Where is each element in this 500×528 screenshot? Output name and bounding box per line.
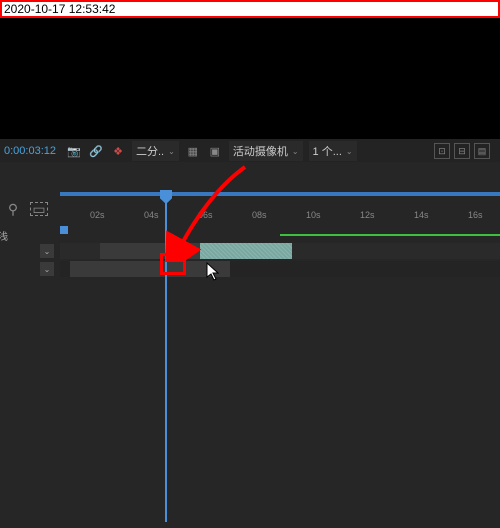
chevron-down-icon: ⌄	[346, 147, 353, 156]
ruler-tick-label: 10s	[306, 210, 321, 220]
work-area-bar[interactable]	[60, 226, 500, 234]
ruler-tick-label: 02s	[90, 210, 105, 220]
ruler-tick-label: 06s	[198, 210, 213, 220]
toolbar-right-icons: ⊡ ⊟ ▤	[434, 139, 490, 163]
views-dropdown[interactable]: 1 个... ⌄	[309, 141, 357, 161]
view-option-icon[interactable]: ⊡	[434, 143, 450, 159]
work-area-start-handle[interactable]	[60, 226, 68, 234]
mask-icon[interactable]: ▣	[207, 143, 223, 159]
channels-icon[interactable]: ❖	[110, 143, 126, 159]
ruler-frames[interactable]	[60, 192, 500, 206]
timestamp-overlay: 2020-10-17 12:53:42	[0, 0, 500, 18]
track-gutter: ⌄	[0, 262, 60, 276]
timeline-panel: ⚲ ▭ 浅 02s04s06s08s10s12s14s16s ⌄⌄	[0, 162, 500, 528]
camera-dropdown[interactable]: 活动摄像机 ⌄	[229, 141, 303, 161]
chevron-down-icon: ⌄	[168, 147, 175, 156]
track-lane[interactable]	[60, 243, 500, 259]
search-icon[interactable]: ⚲	[4, 200, 22, 218]
ruler-tick-label: 12s	[360, 210, 375, 220]
region-icon[interactable]: ▭	[30, 202, 48, 216]
resolution-dropdown[interactable]: 二分.. ⌄	[132, 141, 179, 161]
preview-toolbar: 0:00:03:12 📷 🔗 ❖ 二分.. ⌄ ▦ ▣ 活动摄像机 ⌄ 1 个.…	[0, 138, 500, 164]
layer-clip-selected[interactable]	[200, 243, 292, 259]
track-row: ⌄	[0, 242, 500, 260]
cached-frames-indicator	[280, 234, 500, 236]
view-option-icon[interactable]: ⊟	[454, 143, 470, 159]
track-gutter: ⌄	[0, 244, 60, 258]
current-timecode[interactable]: 0:00:03:12	[0, 145, 60, 157]
annotation-highlight-box	[160, 253, 186, 275]
tracks-area: ⌄⌄	[0, 242, 500, 278]
camera-label: 活动摄像机	[233, 143, 288, 159]
ruler-tick-label: 08s	[252, 210, 267, 220]
ruler-range-bar[interactable]	[60, 192, 500, 196]
track-row: ⌄	[0, 260, 500, 278]
views-label: 1 个...	[313, 143, 342, 159]
ruler-seconds[interactable]: 02s 04s 06s 08s 10s 12s 14s 16s	[60, 206, 500, 227]
ruler-tick-label: 16s	[468, 210, 483, 220]
composition-preview	[0, 18, 500, 138]
time-ruler[interactable]: 02s 04s 06s 08s 10s 12s 14s 16s	[60, 192, 500, 226]
ruler-tick-label: 04s	[144, 210, 159, 220]
ruler-tick-label: 14s	[414, 210, 429, 220]
track-collapse-chevron[interactable]: ⌄	[40, 244, 54, 258]
current-time-indicator[interactable]	[165, 192, 167, 522]
view-option-icon[interactable]: ▤	[474, 143, 490, 159]
resolution-label: 二分..	[136, 143, 164, 159]
snapshot-icon[interactable]: 📷	[66, 143, 82, 159]
chevron-down-icon: ⌄	[292, 147, 299, 156]
link-icon[interactable]: 🔗	[88, 143, 104, 159]
side-label: 浅	[0, 228, 8, 243]
grid-icon[interactable]: ▦	[185, 143, 201, 159]
timeline-left-tools: ⚲ ▭	[0, 192, 60, 226]
track-lane[interactable]	[60, 261, 500, 277]
track-collapse-chevron[interactable]: ⌄	[40, 262, 54, 276]
layer-clip[interactable]	[70, 261, 230, 277]
